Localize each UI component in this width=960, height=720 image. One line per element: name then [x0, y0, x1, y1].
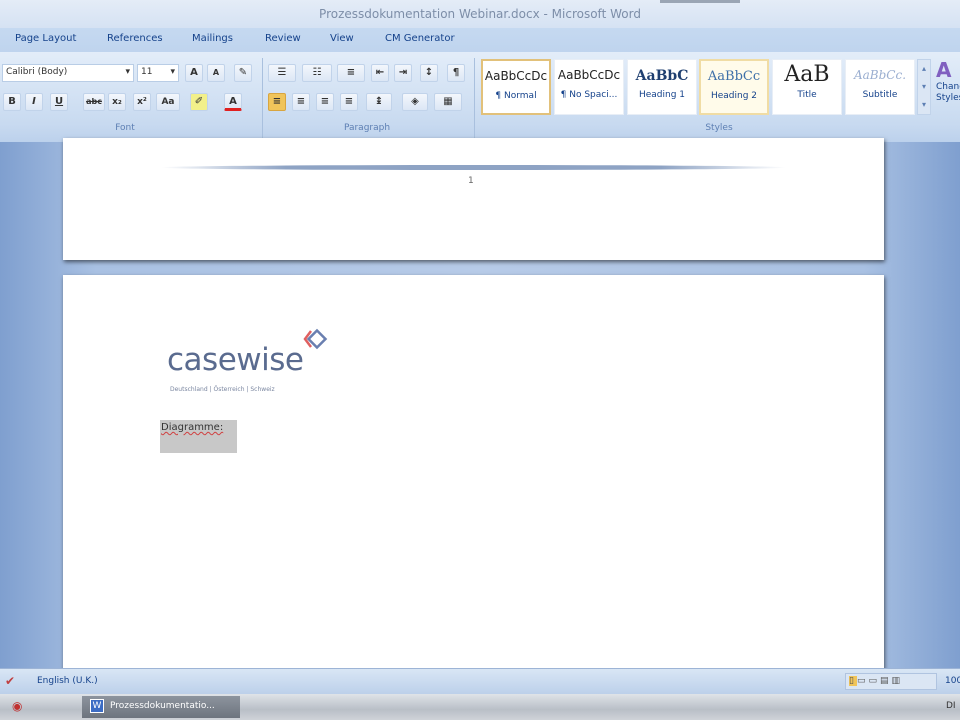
highlight-icon[interactable]: ✐ [190, 93, 208, 111]
style-preview: AaBbC [635, 68, 689, 84]
style-name: ¶ Normal [495, 91, 537, 101]
style-name: ¶ No Spaci... [560, 90, 618, 100]
style-subtitle[interactable]: AaBbCc. Subtitle [845, 59, 915, 115]
bullets-icon[interactable]: ☰ [268, 64, 296, 82]
ribbon-tabs: Page Layout References Mailings Review V… [0, 28, 960, 52]
shading-icon[interactable]: ◈ [402, 93, 428, 111]
style-preview: AaB [784, 62, 830, 87]
decrease-indent-icon[interactable]: ⇤ [371, 64, 389, 82]
superscript-button[interactable]: x² [133, 93, 151, 111]
style-preview: AaBbCc. [853, 68, 907, 82]
font-group-label: Font [115, 123, 135, 133]
style-gallery-scroll[interactable]: ▴ ▾ ▾ [917, 59, 931, 115]
sort-icon[interactable]: ↕ [420, 64, 438, 82]
ribbon: Calibri (Body) ▾ 11 ▾ A A ✎ B I U abc x₂ x… [0, 52, 960, 142]
style-heading-1[interactable]: AaBbC Heading 1 [627, 59, 697, 115]
tab-references[interactable]: References [107, 33, 163, 44]
numbering-icon[interactable]: ☷ [302, 64, 332, 82]
page-1: 1 [63, 138, 884, 260]
shrink-font-button[interactable]: A [207, 64, 225, 82]
multilevel-list-icon[interactable]: ≡ [337, 64, 365, 82]
styles-group-label: Styles [705, 123, 733, 133]
font-name-value: Calibri (Body) [6, 67, 68, 77]
taskbar-item-label: Prozessdokumentatio... [110, 701, 215, 711]
italic-button[interactable]: I [25, 93, 43, 111]
style-heading-2[interactable]: AaBbCc Heading 2 [699, 59, 769, 115]
style-name: Heading 1 [638, 90, 686, 100]
style-preview: AaBbCcDc [557, 68, 621, 82]
clock: DI [946, 701, 956, 711]
page-2: casewise Deutschland | Österreich | Schw… [63, 275, 884, 675]
grow-font-button[interactable]: A [185, 64, 203, 82]
title-strip [660, 0, 740, 3]
document-area[interactable]: 1 casewise Deutschland | Österreich | Sc… [0, 138, 960, 675]
clear-formatting-icon[interactable]: ✎ [234, 64, 252, 82]
font-color-icon[interactable]: A [224, 93, 242, 111]
align-left-icon[interactable]: ≡ [268, 93, 286, 111]
tab-cm-generator[interactable]: CM Generator [385, 33, 455, 44]
title-bar: Prozessdokumentation Webinar.docx - Micr… [0, 0, 960, 28]
style-preview: AaBbCcDc [484, 69, 548, 83]
style-normal[interactable]: AaBbCcDc ¶ Normal [481, 59, 551, 115]
taskbar-item-word[interactable]: W Prozessdokumentatio... [82, 696, 240, 718]
subscript-button[interactable]: x₂ [108, 93, 126, 111]
show-formatting-button[interactable]: ¶ [447, 64, 465, 82]
underline-button[interactable]: U [50, 93, 68, 111]
style-name: Subtitle [862, 90, 898, 100]
footer-line [161, 165, 786, 170]
proofing-icon[interactable]: ✔ [5, 674, 15, 688]
change-styles-button[interactable]: AChange Styles [936, 58, 960, 104]
align-center-icon[interactable]: ≡ [292, 93, 310, 111]
font-size-combo[interactable]: 11 ▾ [137, 64, 179, 82]
change-case-button[interactable]: Aa [156, 93, 180, 111]
page-number: 1 [468, 176, 474, 186]
tab-mailings[interactable]: Mailings [192, 33, 233, 44]
logo-tagline: Deutschland | Österreich | Schweiz [170, 386, 275, 393]
bold-button[interactable]: B [3, 93, 21, 111]
window-title: Prozessdokumentation Webinar.docx - Micr… [319, 7, 641, 21]
font-name-combo[interactable]: Calibri (Body) ▾ [2, 64, 134, 82]
line-spacing-icon[interactable]: ↨ [366, 93, 392, 111]
status-bar: ✔ English (U.K.) ▯▭▭▤▥ 100 [0, 668, 960, 694]
style-name: Title [797, 90, 817, 100]
quick-launch-icon[interactable]: ◉ [12, 699, 22, 713]
zoom-level[interactable]: 100 [945, 676, 960, 686]
word-icon: W [90, 699, 104, 713]
selected-text[interactable]: Diagramme: [160, 420, 237, 453]
font-size-value: 11 [141, 67, 153, 77]
style-preview: AaBbCc [707, 69, 761, 84]
casewise-logo-icon [303, 328, 328, 350]
borders-icon[interactable]: ▦ [434, 93, 462, 111]
justify-icon[interactable]: ≡ [340, 93, 358, 111]
change-styles-icon: A [936, 58, 952, 82]
style-name: Heading 2 [710, 91, 758, 101]
tab-view[interactable]: View [330, 33, 354, 44]
tab-review[interactable]: Review [265, 33, 301, 44]
align-right-icon[interactable]: ≡ [316, 93, 334, 111]
style-title[interactable]: AaB Title [772, 59, 842, 115]
taskbar: ◉ W Prozessdokumentatio... DI [0, 694, 960, 720]
view-buttons[interactable]: ▯▭▭▤▥ [845, 673, 937, 690]
increase-indent-icon[interactable]: ⇥ [394, 64, 412, 82]
tab-page-layout[interactable]: Page Layout [15, 33, 76, 44]
style-no-spacing[interactable]: AaBbCcDc ¶ No Spaci... [554, 59, 624, 115]
strikethrough-button[interactable]: abc [83, 93, 105, 111]
change-styles-label: Change Styles [936, 82, 960, 103]
print-layout-icon[interactable]: ▯ [849, 676, 857, 686]
casewise-logo: casewise [167, 342, 304, 378]
language-indicator[interactable]: English (U.K.) [37, 676, 98, 686]
paragraph-group-label: Paragraph [343, 123, 391, 133]
